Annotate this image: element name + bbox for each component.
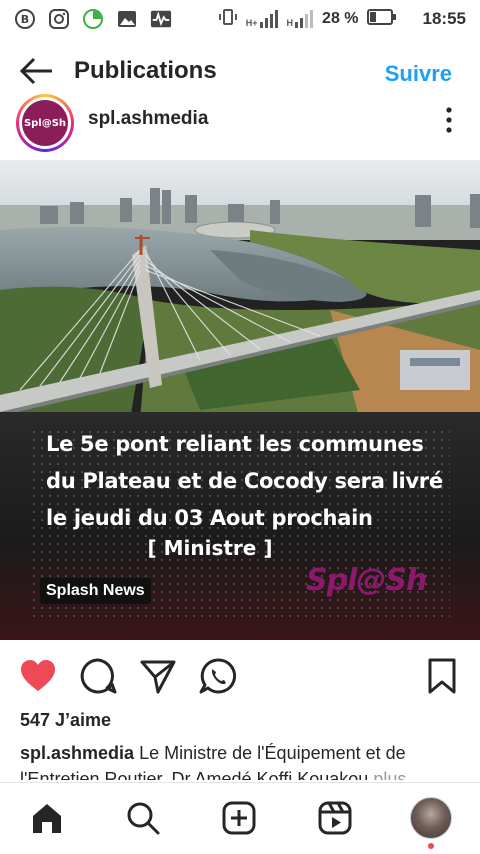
bottom-navigation — [0, 782, 480, 854]
signal-icon: H+ — [246, 10, 279, 28]
signal-icon: H — [287, 10, 315, 28]
comment-icon[interactable] — [78, 656, 118, 696]
post-header: Spl@Sh spl.ashmedia — [0, 94, 480, 160]
follow-button[interactable]: Suivre — [385, 61, 452, 87]
svg-text:B: B — [21, 13, 29, 26]
whatsapp-icon[interactable] — [198, 656, 238, 696]
post-username[interactable]: spl.ashmedia — [88, 108, 208, 130]
create-post-icon[interactable] — [220, 799, 258, 837]
image-icon — [116, 8, 138, 30]
battery-icon — [366, 8, 397, 30]
post-actions — [0, 652, 480, 700]
notification-dot — [428, 843, 434, 849]
caption-more-link[interactable]: plus — [373, 769, 406, 780]
image-headline: Le 5e pont reliant les communes du Plate… — [46, 432, 443, 530]
instagram-icon — [48, 8, 70, 30]
b-circle-icon: B — [14, 8, 36, 30]
profile-avatar[interactable] — [410, 797, 452, 839]
share-icon[interactable] — [138, 656, 178, 696]
more-options-icon[interactable] — [444, 106, 454, 134]
vibrate-icon — [218, 7, 238, 32]
splash-logo: Spl@Sh — [306, 563, 427, 598]
page-title: Publications — [74, 57, 217, 84]
image-news-tag: Splash News — [40, 578, 151, 604]
post-caption: spl.ashmedia Le Ministre de l'Équipement… — [20, 740, 470, 780]
search-icon[interactable] — [124, 799, 162, 837]
caption-username[interactable]: spl.ashmedia — [20, 743, 134, 763]
avatar-logo: Spl@Sh — [22, 100, 68, 146]
app-header: Publications Suivre — [0, 48, 480, 96]
heart-icon[interactable] — [18, 656, 58, 696]
image-attribution: [ Ministre ] — [147, 536, 273, 560]
activity-icon — [150, 8, 172, 30]
battery-percent: 28 % — [322, 10, 359, 27]
avatar[interactable]: Spl@Sh — [16, 94, 74, 152]
reels-icon[interactable] — [316, 799, 354, 837]
bookmark-icon[interactable] — [422, 656, 462, 696]
data-saver-icon — [82, 8, 104, 30]
bridge-photo — [0, 160, 480, 420]
home-icon[interactable] — [28, 799, 66, 837]
clock: 18:55 — [422, 9, 466, 28]
status-bar: B H+ H 28 % 18:55 — [0, 0, 480, 38]
post-image[interactable]: Le 5e pont reliant les communes du Plate… — [0, 160, 480, 640]
back-arrow-icon[interactable] — [18, 56, 54, 86]
like-count[interactable]: 547 J’aime — [20, 710, 111, 731]
